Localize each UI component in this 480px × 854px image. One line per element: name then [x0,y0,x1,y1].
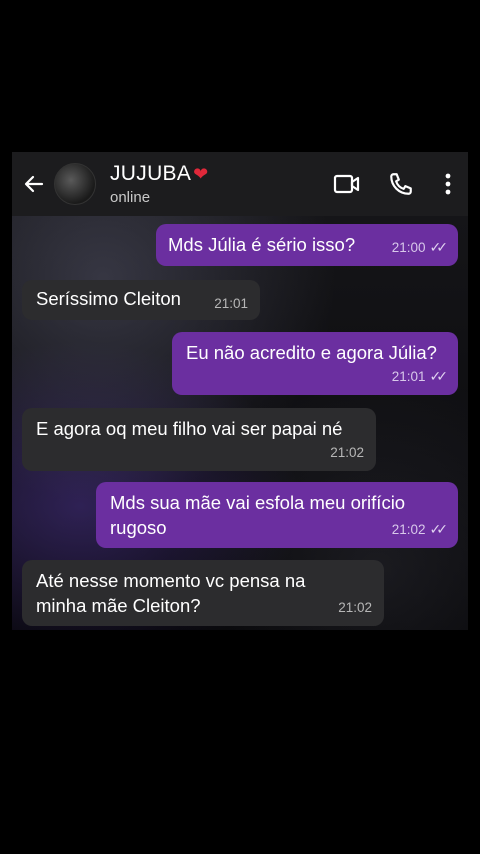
contact-name-row: JUJUBA ❤ [110,162,208,186]
message-text-line-2: rugoso [110,517,167,538]
heart-icon: ❤ [193,164,209,184]
message-text: Seríssimo Cleiton [36,288,181,309]
more-options-button[interactable] [428,152,468,216]
message-incoming[interactable]: Até nesse momento vc pensa na minha mãe … [22,560,384,626]
message-incoming[interactable]: Seríssimo Cleiton 21:01 [22,280,260,320]
message-meta: 21:01 ✓✓ [392,364,448,389]
voice-call-button[interactable] [374,152,428,216]
message-meta: 21:00 ✓✓ [392,235,448,260]
contact-info[interactable]: JUJUBA ❤ online [110,162,208,206]
more-vertical-icon [445,173,451,195]
video-call-icon [333,174,360,194]
message-text-line-1: Mds sua mãe vai esfola meu orifício [110,492,406,513]
double-check-icon: ✓✓ [429,239,449,255]
avatar[interactable] [54,163,96,205]
arrow-left-icon [24,175,44,193]
message-text: E agora oq meu filho vai ser papai né [36,418,343,439]
message-text: Eu não acredito e agora Júlia? [186,342,437,363]
message-time: 21:00 [391,240,426,255]
contact-status: online [110,189,151,206]
double-check-icon: ✓✓ [429,368,449,384]
message-time: 21:02 [338,600,372,615]
back-button[interactable] [12,152,56,216]
header-actions [320,152,468,216]
message-meta: 21:02 [338,595,372,620]
message-incoming[interactable]: E agora oq meu filho vai ser papai né 21… [22,408,376,471]
message-meta: 21:01 [214,291,248,316]
message-text-line-1: Até nesse momento vc pensa na [36,570,306,591]
double-check-icon: ✓✓ [429,521,449,537]
message-outgoing[interactable]: Mds Júlia é sério isso? 21:00 ✓✓ [156,224,458,266]
message-outgoing[interactable]: Mds sua mãe vai esfola meu orifício rugo… [96,482,458,548]
message-meta: 21:02 [330,440,364,465]
video-call-button[interactable] [320,152,374,216]
contact-name: JUJUBA [110,162,192,185]
message-outgoing[interactable]: Eu não acredito e agora Júlia? 21:01 ✓✓ [172,332,458,395]
chat-screen: JUJUBA ❤ online Mds Júlia é sério isso? … [12,152,468,630]
message-time: 21:02 [330,445,364,460]
phone-icon [390,173,412,195]
chat-header: JUJUBA ❤ online [12,152,468,216]
message-meta: 21:02 ✓✓ [392,517,448,542]
message-text-line-2: minha mãe Cleiton? [36,595,201,616]
message-time: 21:01 [214,296,248,311]
message-time: 21:01 [391,369,426,384]
message-time: 21:02 [391,522,426,537]
message-text: Mds Júlia é sério isso? [168,234,356,255]
